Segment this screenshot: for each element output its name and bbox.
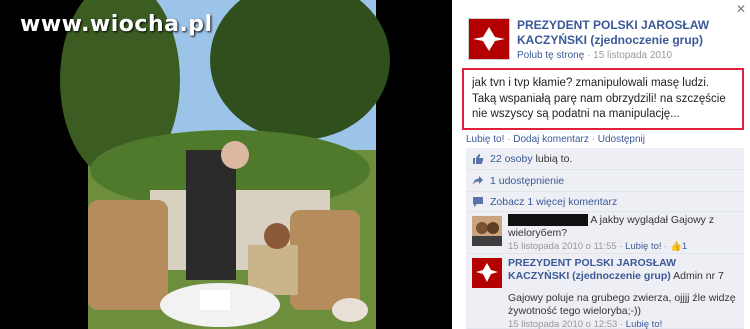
commenter-avatar[interactable] [472,216,502,246]
thumbs-up-icon: 👍 [670,241,682,252]
shares-row: 1 udostępnienie [466,170,744,192]
likes-row: 22 osoby lubią to. [466,148,744,170]
likes-suffix: lubią to. [535,153,573,165]
close-icon[interactable]: ✕ [736,2,746,16]
more-comments-row: Zobacz 1 więcej komentarz [466,192,744,212]
like-page-link[interactable]: Polub tę stronę [517,50,584,61]
couple-photo [0,0,452,329]
post-date: 15 listopada 2010 [593,50,673,61]
comment-item: PREZYDENT POLSKI JAROSŁAW KACZYŃSKI (zje… [466,254,744,329]
page-header: PREZYDENT POLSKI JAROSŁAW KACZYŃSKI (zje… [468,18,738,64]
share-button[interactable]: Udostępnij [598,134,645,145]
commenter-avatar[interactable] [472,258,502,288]
comment-meta: 15 listopada 2010 o 12:53 · Lubię to! [508,319,663,329]
likes-count-link[interactable]: 22 osoby [490,153,533,165]
comment-meta: 15 listopada 2010 o 11:55 · Lubię to! · … [508,241,688,252]
add-comment-button[interactable]: Dodaj komentarz [513,134,589,145]
shares-link[interactable]: 1 udostępnienie [490,175,564,187]
comment-like-count[interactable]: 1 [682,241,687,252]
like-button[interactable]: Lubię to! [466,134,504,145]
post-sidebar: ✕ PREZYDENT POLSKI JAROSŁAW KACZYŃSKI (z… [452,0,750,329]
photo-viewer: www.wiocha.pl [0,0,452,329]
comment-role: Admin nr 7 [673,270,724,282]
post-text: jak tvn i tvp kłamie? zmanipulowali masę… [462,68,744,130]
comment-like-button[interactable]: Lubię to! [626,319,662,329]
page-meta: Polub tę stronę · 15 listopada 2010 [517,50,673,61]
comment-text: Gajowy poluje na grubego zwierza, ojjjj … [508,292,736,317]
page-name[interactable]: PREZYDENT POLSKI JAROSŁAW KACZYŃSKI (zje… [517,18,737,48]
share-icon [473,176,483,185]
comment-icon [473,197,483,207]
comment-time: 15 listopada 2010 o 12:53 [508,319,618,329]
more-comments-link[interactable]: Zobacz 1 więcej komentarz [490,196,617,208]
post-actions: Lubię to! · Dodaj komentarz · Udostępnij [466,134,646,145]
page-avatar[interactable] [468,18,510,60]
comment-time: 15 listopada 2010 o 11:55 [508,241,617,252]
redacted-name [508,214,588,227]
thumbs-up-icon [473,154,484,164]
watermark: www.wiocha.pl [20,12,213,37]
comment-like-button[interactable]: Lubię to! [625,241,661,252]
comment-author[interactable]: PREZYDENT POLSKI JAROSŁAW KACZYŃSKI (zje… [508,257,676,282]
comment-item: A jakby wyglądał Gajowy z wieloryбem? 15… [466,212,744,254]
